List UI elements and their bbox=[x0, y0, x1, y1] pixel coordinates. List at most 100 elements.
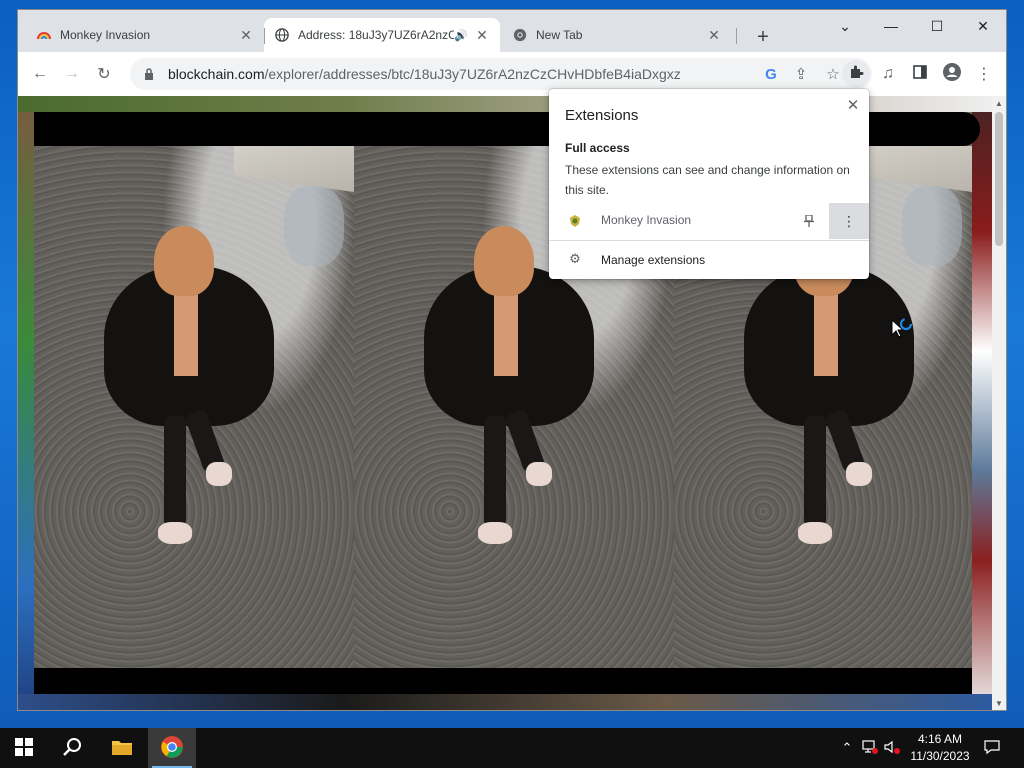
reload-button[interactable]: ↻ bbox=[90, 60, 118, 88]
volume-muted-icon bbox=[884, 740, 900, 757]
extensions-button[interactable] bbox=[842, 60, 870, 88]
popup-divider bbox=[549, 240, 869, 241]
clock-date: 11/30/2023 bbox=[910, 749, 970, 763]
tab-new-tab[interactable]: New Tab ✕ bbox=[502, 18, 732, 52]
chest bbox=[174, 286, 198, 376]
extension-row-monkey-invasion[interactable]: Monkey Invasion ⋮ bbox=[549, 203, 869, 239]
curb-shape bbox=[852, 146, 972, 192]
pin-icon[interactable] bbox=[799, 211, 819, 231]
chevron-up-icon: ⌃ bbox=[841, 740, 853, 755]
new-tab-button[interactable]: + bbox=[750, 24, 776, 50]
extensions-popup: Extensions ✕ Full access These extension… bbox=[549, 89, 869, 279]
popup-title: Extensions bbox=[565, 107, 639, 124]
close-icon: ✕ bbox=[977, 17, 989, 34]
mouse-cursor bbox=[890, 317, 914, 342]
network-button[interactable] bbox=[860, 728, 880, 768]
taskbar-clock[interactable]: 4:16 AM 11/30/2023 bbox=[902, 731, 978, 765]
close-icon[interactable]: ✕ bbox=[843, 95, 863, 115]
star-icon: ☆ bbox=[826, 66, 840, 83]
close-window-button[interactable]: ✕ bbox=[960, 10, 1006, 42]
tab-separator bbox=[264, 28, 265, 44]
start-button[interactable] bbox=[0, 728, 48, 768]
taskbar-file-explorer[interactable] bbox=[98, 728, 146, 768]
share-button[interactable]: ⇪ bbox=[788, 61, 814, 87]
monkey-invasion-icon bbox=[567, 213, 583, 229]
profile-icon bbox=[943, 62, 961, 86]
background-image-right bbox=[972, 112, 992, 710]
address-bar[interactable]: blockchain.com/explorer/addresses/btc/18… bbox=[130, 58, 872, 90]
forward-icon: → bbox=[64, 65, 80, 82]
manage-extensions-label: Manage extensions bbox=[601, 253, 706, 267]
reload-icon: ↻ bbox=[97, 66, 111, 83]
notification-icon bbox=[984, 739, 1000, 758]
tab-title: Monkey Invasion bbox=[60, 28, 151, 42]
url-path: /explorer/addresses/btc/18uJ3y7UZ6rA2nzC… bbox=[264, 66, 681, 82]
tab-monkey-invasion[interactable]: Monkey Invasion ✕ bbox=[26, 18, 264, 52]
background-image-left bbox=[18, 96, 34, 710]
google-lens-button[interactable]: G bbox=[758, 61, 784, 87]
extension-name[interactable]: Monkey Invasion bbox=[601, 213, 691, 227]
media-controls-button[interactable]: ♫ bbox=[874, 60, 902, 88]
foot bbox=[846, 462, 872, 486]
black-bar-bottom bbox=[34, 668, 972, 694]
volume-button[interactable] bbox=[882, 728, 902, 768]
minimize-button[interactable]: — bbox=[868, 10, 914, 42]
tab-close-icon[interactable]: ✕ bbox=[238, 27, 254, 43]
full-access-description: These extensions can see and change info… bbox=[565, 163, 850, 197]
back-button[interactable]: ← bbox=[26, 60, 54, 88]
taskbar-chrome[interactable] bbox=[148, 728, 196, 768]
foot bbox=[798, 522, 832, 544]
menu-icon: ⋮ bbox=[976, 66, 992, 83]
more-vert-icon[interactable]: ⋮ bbox=[829, 203, 869, 239]
profile-button[interactable] bbox=[938, 60, 966, 88]
tab-title: Address: 18uJ3y7UZ6rA2nzCzCHvHDbfeB4iaDx… bbox=[298, 28, 454, 42]
maximize-icon: ☐ bbox=[930, 17, 944, 34]
foot bbox=[158, 522, 192, 544]
tab-blockchain-address[interactable]: Address: 18uJ3y7UZ6rA2nzCzCHvHDbfeB4iaDx… bbox=[264, 18, 500, 52]
manage-extensions-button[interactable]: ⚙ Manage extensions bbox=[549, 245, 869, 275]
gear-icon: ⚙ bbox=[569, 251, 581, 266]
chrome-icon bbox=[512, 27, 528, 43]
head bbox=[154, 226, 214, 296]
file-explorer-icon bbox=[111, 738, 133, 759]
rainbow-icon bbox=[36, 27, 52, 43]
chevron-down-icon: ⌄ bbox=[839, 17, 851, 34]
tab-search-button[interactable]: ⌄ bbox=[822, 10, 868, 42]
google-icon: G bbox=[765, 65, 777, 83]
curb-shape bbox=[234, 146, 354, 192]
full-access-heading: Full access bbox=[565, 141, 630, 155]
maximize-button[interactable]: ☐ bbox=[914, 10, 960, 42]
background-image-bottom bbox=[18, 694, 992, 710]
leg bbox=[164, 416, 186, 526]
share-icon: ⇪ bbox=[794, 66, 808, 83]
side-panel-button[interactable] bbox=[906, 60, 934, 88]
foot bbox=[206, 462, 232, 486]
person-figure bbox=[94, 226, 294, 546]
tab-separator bbox=[736, 28, 737, 44]
taskbar-search-button[interactable] bbox=[48, 728, 96, 768]
chrome-menu-button[interactable]: ⋮ bbox=[970, 60, 998, 88]
chest bbox=[494, 286, 518, 376]
show-hidden-icons-button[interactable]: ⌃ bbox=[838, 728, 856, 768]
page-scrollbar[interactable]: ▲ ▼ bbox=[992, 96, 1006, 710]
scrollbar-thumb[interactable] bbox=[995, 112, 1003, 246]
chest bbox=[814, 286, 838, 376]
extensions-icon bbox=[848, 64, 864, 85]
lock-icon[interactable] bbox=[144, 68, 158, 80]
globe-icon bbox=[274, 27, 290, 43]
leg bbox=[804, 416, 826, 526]
tab-close-icon[interactable]: ✕ bbox=[474, 27, 490, 43]
forward-button[interactable]: → bbox=[58, 60, 86, 88]
back-icon: ← bbox=[32, 65, 48, 82]
action-center-button[interactable] bbox=[980, 728, 1004, 768]
scroll-up-icon[interactable]: ▲ bbox=[992, 96, 1006, 110]
audio-playing-icon[interactable]: 🔊 bbox=[454, 29, 468, 42]
tab-close-icon[interactable]: ✕ bbox=[706, 27, 722, 43]
leg bbox=[484, 416, 506, 526]
scroll-down-icon[interactable]: ▼ bbox=[992, 696, 1006, 710]
windows-start-icon bbox=[15, 737, 33, 759]
media-icon: ♫ bbox=[882, 65, 894, 82]
head bbox=[474, 226, 534, 296]
foot bbox=[526, 462, 552, 486]
url-host: blockchain.com bbox=[168, 66, 265, 82]
